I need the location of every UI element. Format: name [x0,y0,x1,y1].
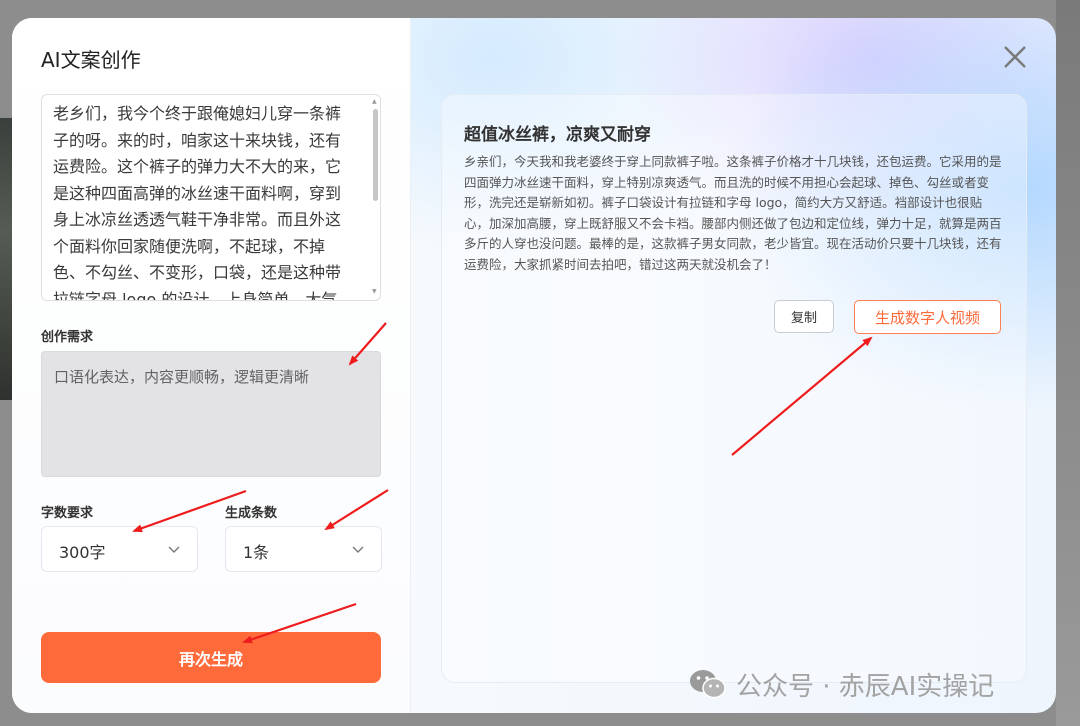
regenerate-button[interactable]: 再次生成 [41,632,381,683]
watermark: 公众号 · 赤辰AI实操记 [688,666,994,702]
wechat-logo-icon [690,670,726,699]
dialog-title: AI文案创作 [41,48,141,72]
source-text: 老乡们，我今个终于跟俺媳妇儿穿一条裤子的呀。来的时，咱家这十来块钱，还有运费险。… [53,104,342,301]
word-count-select[interactable]: 300字 [41,526,198,572]
copy-button[interactable]: 复制 [774,300,834,333]
word-count-label: 字数要求 [41,506,94,521]
result-title: 超值冰丝裤，凉爽又耐穿 [464,125,651,145]
input-panel: AI文案创作 老乡们，我今个终于跟俺媳妇儿穿一条裤子的呀。来的时，咱家这十来块钱… [12,18,411,713]
chevron-down-icon [352,546,364,553]
requirement-value: 口语化表达，内容更顺畅，逻辑更清晰 [54,368,310,386]
count-select[interactable]: 1条 [225,526,382,572]
result-card: 超值冰丝裤，凉爽又耐穿 乡亲们，今天我和我老婆终于穿上同款裤子啦。这条裤子价格才… [441,94,1027,683]
requirement-input[interactable]: 口语化表达，内容更顺畅，逻辑更清晰 [41,351,381,477]
word-count-value: 300字 [59,543,106,562]
ai-copywriting-dialog: AI文案创作 老乡们，我今个终于跟俺媳妇儿穿一条裤子的呀。来的时，咱家这十来块钱… [12,18,1056,713]
requirement-label: 创作需求 [41,330,94,345]
scroll-down-icon[interactable]: ▼ [372,289,377,295]
background-page [1056,0,1080,726]
source-text-area[interactable]: 老乡们，我今个终于跟俺媳妇儿穿一条裤子的呀。来的时，咱家这十来块钱，还有运费险。… [41,94,381,301]
watermark-text: 公众号 · 赤辰AI实操记 [736,671,995,702]
count-value: 1条 [243,543,270,562]
chevron-down-icon [168,546,180,553]
scroll-up-icon[interactable]: ▲ [372,99,377,105]
generate-digital-human-video-button[interactable]: 生成数字人视频 [854,300,1001,334]
count-label: 生成条数 [225,506,278,521]
scrollbar-thumb[interactable] [373,109,378,201]
close-icon[interactable] [1002,44,1028,70]
scrollbar[interactable]: ▲ ▼ [372,99,378,295]
result-body: 乡亲们，今天我和我老婆终于穿上同款裤子啦。这条裤子价格才十几块钱，还包运费。它采… [464,154,1002,272]
